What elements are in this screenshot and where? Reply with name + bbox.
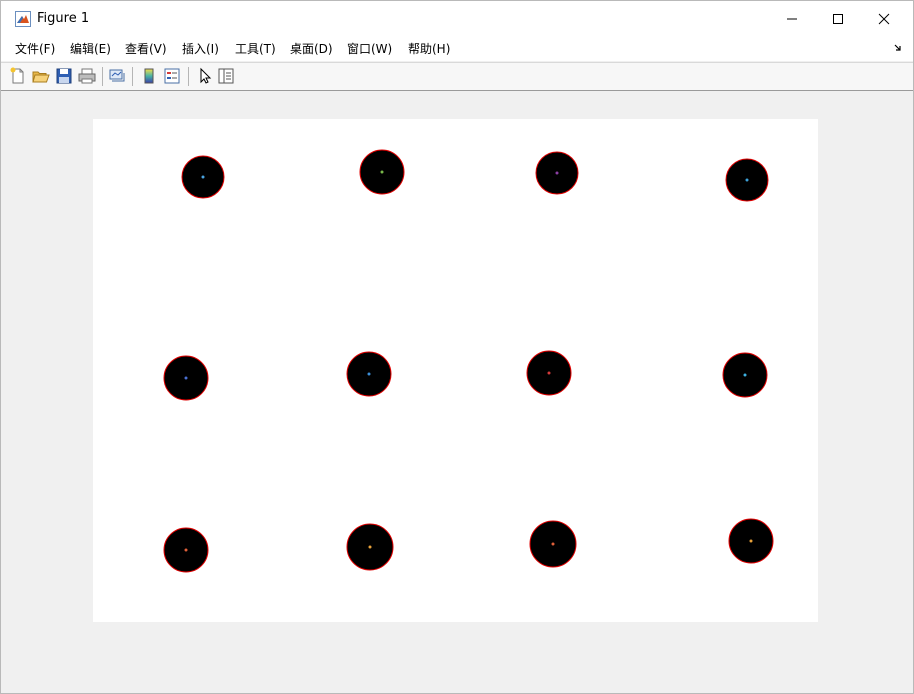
plot-svg (163, 149, 774, 573)
detected-blob (526, 350, 572, 396)
link-plot-icon[interactable] (108, 67, 126, 85)
blob-center-point (551, 542, 555, 546)
edit-plot-arrow-icon[interactable] (196, 67, 214, 85)
blob-center-point (184, 548, 188, 552)
insert-colorbar-icon[interactable] (140, 67, 158, 85)
blob-center-point (743, 373, 747, 377)
toolbar-separator (188, 67, 189, 86)
maximize-button[interactable] (815, 1, 861, 37)
blob-center-point (749, 539, 753, 543)
menu-file[interactable]: 文件(F) (15, 41, 55, 57)
menu-tools[interactable]: 工具(T) (235, 41, 276, 57)
toolbar-separator (102, 67, 103, 86)
menu-desktop[interactable]: 桌面(D) (290, 41, 333, 57)
print-icon[interactable] (78, 67, 96, 85)
save-icon[interactable] (55, 67, 73, 85)
detected-blob (728, 518, 774, 564)
detected-blob (346, 523, 394, 571)
detected-blob (535, 151, 579, 195)
menu-dock-arrow-icon[interactable] (893, 43, 903, 53)
figure-window: Figure 1 文件(F) 编辑(E) 查看(V) 插入(I) 工具(T) 桌… (0, 0, 914, 694)
blob-center-point (368, 545, 372, 549)
toolbar-separator (132, 67, 133, 86)
menu-bar: 文件(F) 编辑(E) 查看(V) 插入(I) 工具(T) 桌面(D) 窗口(W… (1, 37, 913, 61)
minimize-icon (787, 18, 797, 20)
close-icon (878, 13, 890, 25)
detected-blob (529, 520, 577, 568)
minimize-button[interactable] (769, 1, 815, 37)
open-file-icon[interactable] (32, 67, 50, 85)
plot-axes[interactable] (93, 119, 818, 622)
detected-blob (346, 351, 392, 397)
maximize-icon (833, 14, 843, 24)
detected-blob (163, 355, 209, 401)
insert-legend-icon[interactable] (163, 67, 181, 85)
property-inspector-icon[interactable] (217, 67, 235, 85)
figure-canvas (1, 91, 913, 693)
blob-center-point (555, 171, 559, 175)
blob-center-point (745, 178, 749, 182)
menu-window[interactable]: 窗口(W) (347, 41, 392, 57)
blob-center-point (201, 175, 205, 179)
detected-blob (722, 352, 768, 398)
title-bar[interactable]: Figure 1 (1, 1, 913, 37)
detected-blob (725, 158, 769, 202)
blob-center-point (547, 371, 551, 375)
menu-insert[interactable]: 插入(I) (182, 41, 219, 57)
blob-center-point (367, 372, 371, 376)
figure-toolbar (1, 62, 913, 91)
menu-help[interactable]: 帮助(H) (408, 41, 450, 57)
menu-edit[interactable]: 编辑(E) (70, 41, 111, 57)
blob-center-point (184, 376, 188, 380)
detected-blob (163, 527, 209, 573)
matlab-logo-icon (15, 11, 31, 27)
close-button[interactable] (861, 1, 907, 37)
blob-center-point (380, 170, 384, 174)
new-figure-icon[interactable] (9, 67, 27, 85)
detected-blob (181, 155, 225, 199)
detected-blob (359, 149, 405, 195)
window-title: Figure 1 (37, 11, 90, 26)
menu-view[interactable]: 查看(V) (125, 41, 167, 57)
